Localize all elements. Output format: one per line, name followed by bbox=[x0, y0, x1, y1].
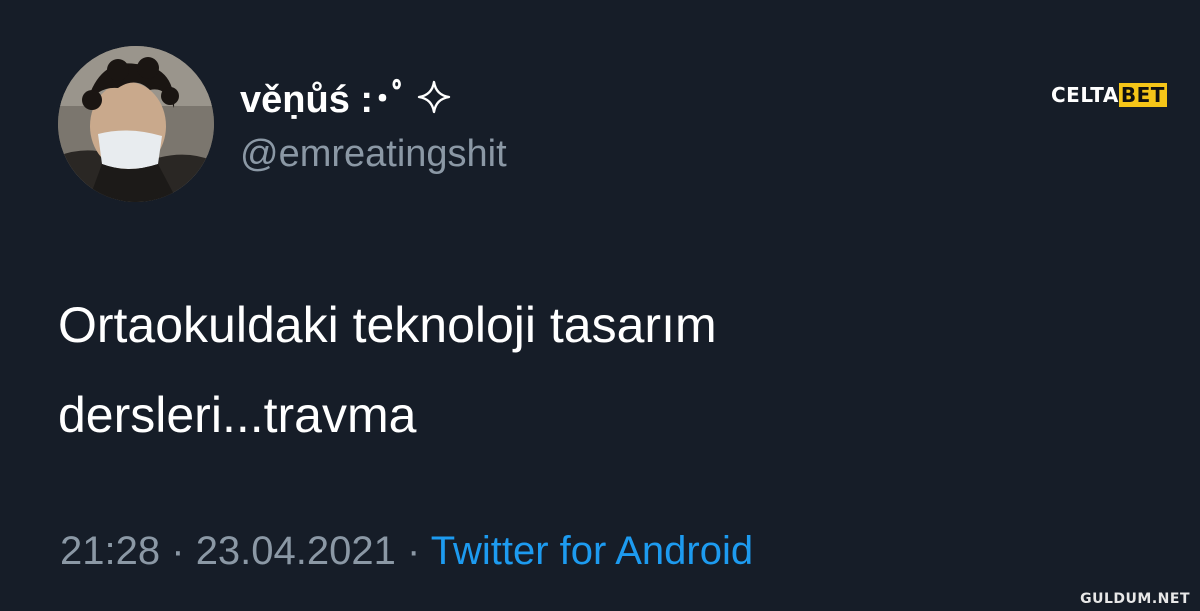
meta-separator: · bbox=[407, 529, 421, 573]
tweet-text-line-1: Ortaokuldaki teknoloji tasarım bbox=[58, 297, 717, 353]
tweet-text: Ortaokuldaki teknoloji tasarım dersleri.… bbox=[58, 280, 1058, 460]
tweet-text-line-2: dersleri...travma bbox=[58, 387, 417, 443]
guldum-watermark: GULDUM.NET bbox=[1080, 591, 1190, 607]
display-name[interactable]: věṇůś :･ﾟ bbox=[240, 78, 451, 124]
meta-separator: · bbox=[171, 529, 185, 573]
watermark-part-2: BET bbox=[1118, 83, 1167, 107]
watermark-part-1: CELTA bbox=[1051, 83, 1119, 107]
tweet-meta: 21:28 · 23.04.2021 · Twitter for Android bbox=[60, 526, 753, 576]
sparkle-icon bbox=[417, 80, 451, 124]
tweet-card: věṇůś :･ﾟ @emreatingshit CELTA BET Ortaok… bbox=[0, 0, 1200, 611]
tweet-source-link[interactable]: Twitter for Android bbox=[431, 529, 753, 573]
avatar-photo bbox=[58, 46, 214, 202]
tweet-date[interactable]: 23.04.2021 bbox=[196, 529, 396, 573]
celtabet-watermark: CELTA BET bbox=[1051, 83, 1167, 107]
tweet-time[interactable]: 21:28 bbox=[60, 529, 160, 573]
display-name-text: věṇůś :･ﾟ bbox=[240, 79, 412, 121]
user-handle[interactable]: @emreatingshit bbox=[240, 132, 507, 176]
avatar[interactable] bbox=[58, 46, 214, 202]
